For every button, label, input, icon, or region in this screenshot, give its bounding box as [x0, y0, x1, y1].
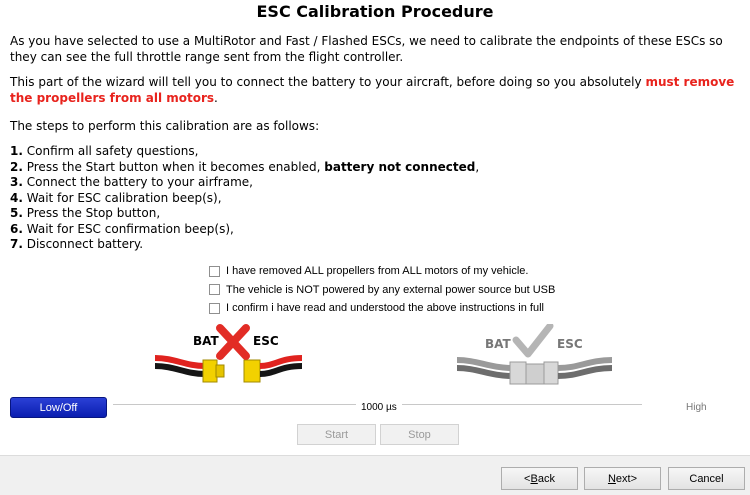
checkbox[interactable]	[209, 284, 220, 296]
next-suffix: >	[630, 472, 638, 485]
back-rest: ack	[537, 472, 555, 485]
safety-check-power[interactable]: The vehicle is NOT powered by any extern…	[209, 281, 555, 300]
step-item: 7. Disconnect battery.	[10, 237, 479, 253]
stop-button[interactable]: Stop	[380, 424, 459, 445]
checkbox[interactable]	[209, 265, 220, 277]
checkbox-label: The vehicle is NOT powered by any extern…	[226, 283, 556, 296]
step-number: 7.	[10, 237, 23, 251]
safety-check-instructions[interactable]: I confirm i have read and understood the…	[209, 299, 555, 318]
page-title: ESC Calibration Procedure	[256, 2, 494, 21]
step-number: 5.	[10, 206, 23, 220]
grey-check-icon	[512, 324, 554, 358]
throttle-track-right	[402, 404, 642, 405]
step-text: Wait for ESC calibration beep(s),	[22, 190, 222, 205]
next-rest: ext	[615, 472, 631, 485]
intro-text: As you have selected to use a MultiRotor…	[10, 34, 723, 64]
throttle-high-label: High	[686, 402, 707, 413]
step-bold: battery not connected	[324, 159, 476, 174]
bat-label: BAT	[485, 337, 512, 351]
back-button[interactable]: < Back	[501, 467, 578, 490]
step-number: 6.	[10, 221, 23, 236]
step-text: Confirm all safety questions,	[22, 144, 199, 158]
start-button[interactable]: Start	[297, 424, 376, 445]
checkbox-label: I have removed ALL propellers from ALL m…	[226, 265, 529, 278]
step-number: 1.	[10, 144, 23, 158]
connected-diagram: BAT ESC	[456, 324, 613, 385]
cancel-button[interactable]: Cancel	[668, 467, 745, 490]
warning-suffix: .	[214, 91, 218, 105]
step-text: Disconnect battery.	[22, 237, 144, 251]
warning-prefix: This part of the wizard will tell you to…	[10, 75, 646, 89]
throttle-low-indicator: Low/Off	[10, 397, 107, 418]
throttle-track-left	[113, 404, 356, 405]
step-item: 4. Wait for ESC calibration beep(s),	[10, 191, 479, 207]
esc-label: ESC	[557, 337, 583, 351]
steps-list: 1. Confirm all safety questions, 2. Pres…	[10, 144, 479, 253]
step-text: Press the Stop button,	[22, 206, 161, 220]
bat-label: BAT	[193, 334, 220, 348]
step-text: Press the Start button when it becomes e…	[22, 159, 325, 174]
step-item: 6. Wait for ESC confirmation beep(s),	[10, 222, 479, 238]
pwm-value: 1000 µs	[361, 402, 397, 413]
esc-label: ESC	[253, 334, 279, 348]
safety-check-propellers[interactable]: I have removed ALL propellers from ALL m…	[209, 262, 555, 281]
next-mnemonic: N	[607, 472, 616, 485]
checkbox[interactable]	[209, 302, 220, 314]
safety-checklist: I have removed ALL propellers from ALL m…	[209, 262, 555, 318]
red-x-icon	[216, 324, 250, 360]
step-number: 2.	[10, 159, 23, 174]
back-mnemonic: B	[530, 472, 538, 485]
warning-text: This part of the wizard will tell you to…	[10, 74, 750, 106]
checkbox-label: I confirm i have read and understood the…	[226, 302, 544, 315]
disconnected-diagram: BAT ESC	[154, 324, 303, 383]
step-number: 4.	[10, 190, 23, 205]
step-item: 1. Confirm all safety questions,	[10, 144, 479, 160]
step-item: 2. Press the Start button when it become…	[10, 160, 479, 176]
step-number: 3.	[10, 175, 23, 189]
steps-intro: The steps to perform this calibration ar…	[10, 119, 320, 133]
step-after: ,	[475, 159, 480, 174]
next-button[interactable]: Next >	[584, 467, 661, 490]
step-item: 5. Press the Stop button,	[10, 206, 479, 222]
step-text: Wait for ESC confirmation beep(s),	[22, 221, 234, 236]
step-text: Connect the battery to your airframe,	[22, 175, 253, 189]
step-item: 3. Connect the battery to your airframe,	[10, 175, 479, 191]
